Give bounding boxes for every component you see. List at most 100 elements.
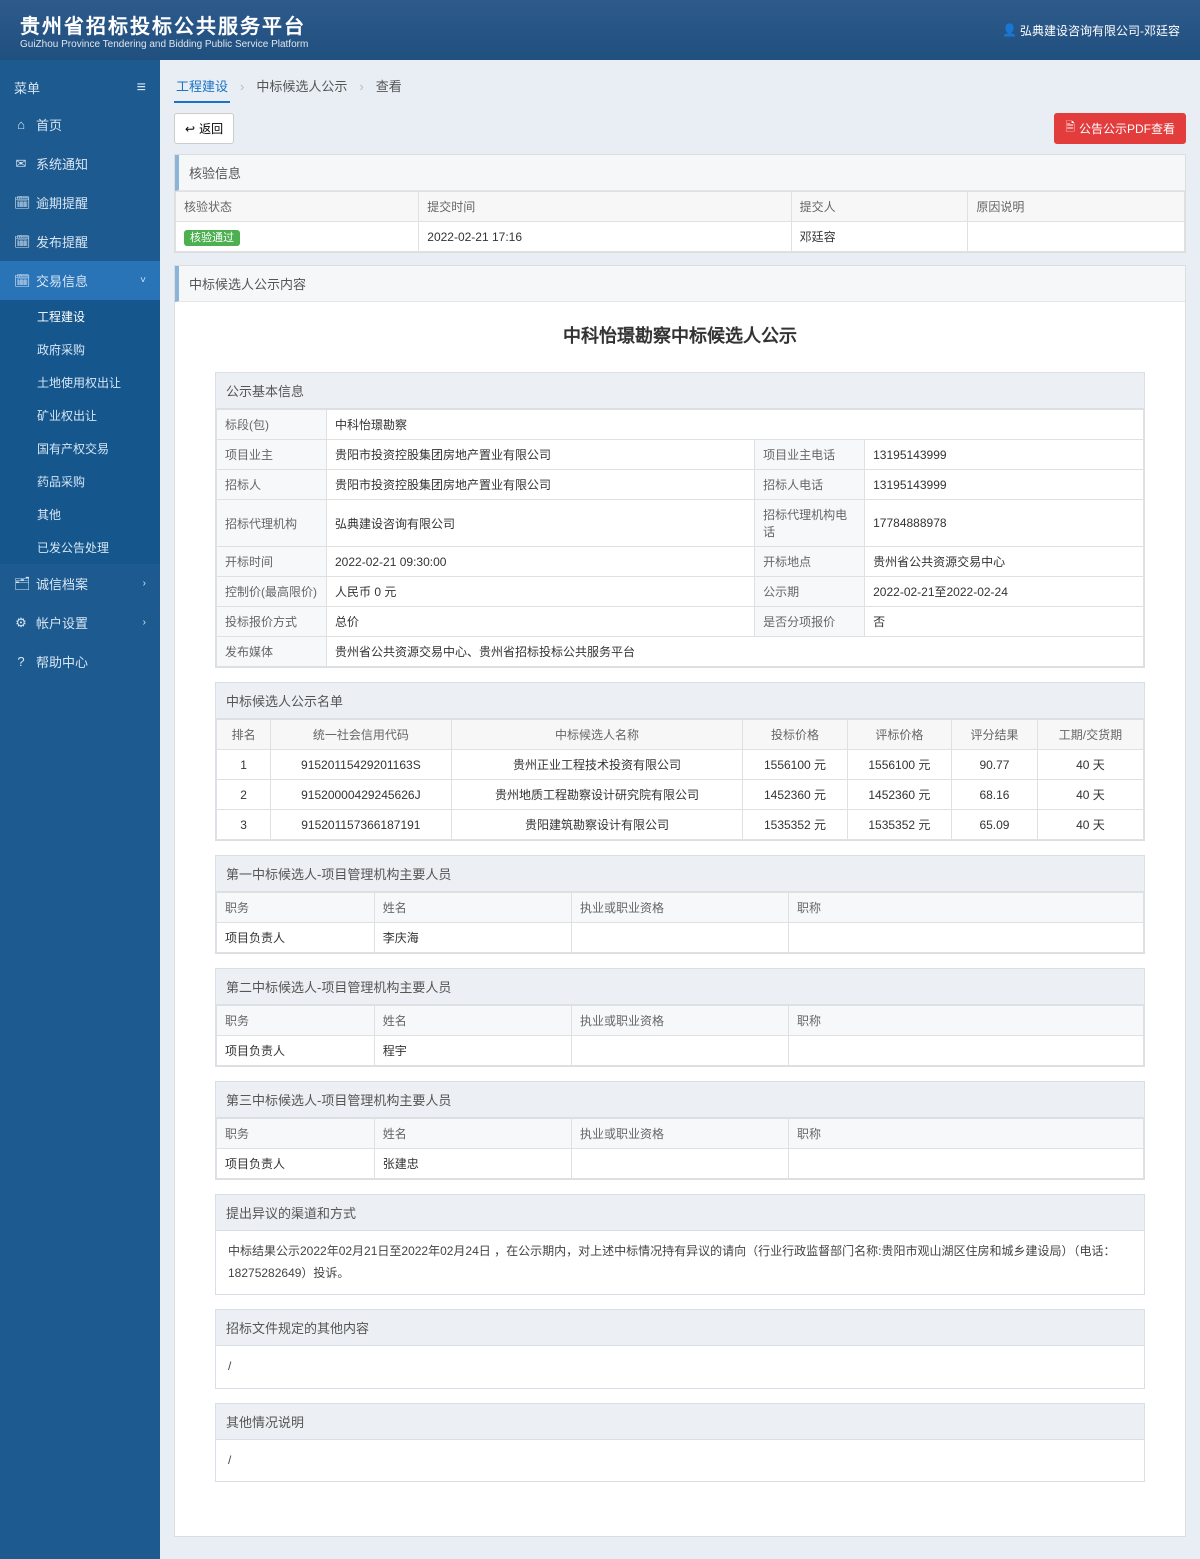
cand-table: 职务姓名执业或职业资格职称项目负责人李庆海 — [216, 892, 1144, 953]
cell-period: 40 天 — [1037, 750, 1143, 780]
candidate-list-title: 中标候选人公示名单 — [216, 683, 1144, 719]
h-title: 职称 — [788, 1119, 1143, 1149]
dispute-text: 中标结果公示2022年02月21日至2022年02月24日 ，在公示期内，对上述… — [216, 1231, 1144, 1294]
sidebar-sub-2[interactable]: 土地使用权出让 — [0, 366, 160, 399]
sidebar-item-2[interactable]: 🗓逾期提醒 — [0, 183, 160, 222]
back-icon: ↩ — [185, 122, 195, 136]
user-area[interactable]: 👤 弘典建设咨询有限公司-邓廷容 — [1002, 22, 1180, 39]
cell-rank: 2 — [217, 780, 271, 810]
back-label: 返回 — [199, 120, 223, 137]
breadcrumb-sep: › — [359, 79, 363, 94]
verify-header-row: 核验状态 提交时间 提交人 原因说明 — [176, 192, 1185, 222]
other-note-panel: 其他情况说明 / — [215, 1403, 1145, 1483]
duty: 项目负责人 — [217, 923, 375, 953]
sidebar-icon: ⌂ — [14, 117, 28, 132]
cell-bid: 1556100 元 — [743, 750, 847, 780]
v-quote: 总价 — [327, 607, 755, 637]
h-qual: 执业或职业资格 — [572, 1119, 789, 1149]
sidebar-item-label: 逾期提醒 — [36, 193, 88, 212]
h-duty: 职务 — [217, 1119, 375, 1149]
sidebar-item-6[interactable]: ⚙帐户设置› — [0, 603, 160, 642]
breadcrumb-item-0[interactable]: 工程建设 — [174, 70, 230, 103]
v-agent-tel: 17784888978 — [865, 500, 1144, 547]
cell-code: 91520115429201163S — [271, 750, 451, 780]
list-h0: 排名 — [217, 720, 271, 750]
cell-code: 915201157366187191 — [271, 810, 451, 840]
hamburger-icon[interactable]: ≡ — [137, 79, 146, 97]
sidebar-item-label: 帮助中心 — [36, 652, 88, 671]
pdf-icon: 🗎 — [1065, 118, 1075, 139]
verify-reason — [968, 222, 1185, 252]
cand-section-0: 第一中标候选人-项目管理机构主要人员职务姓名执业或职业资格职称项目负责人李庆海 — [215, 855, 1145, 954]
h-title: 职称 — [788, 1006, 1143, 1036]
cell-score: 65.09 — [952, 810, 1038, 840]
k-tenderer: 招标人 — [217, 470, 327, 500]
sidebar-icon: ? — [14, 654, 28, 669]
title — [788, 1036, 1143, 1066]
h-duty: 职务 — [217, 1006, 375, 1036]
cell-eval: 1452360 元 — [847, 780, 951, 810]
verify-h0: 核验状态 — [176, 192, 419, 222]
sidebar-item-0[interactable]: ⌂首页 — [0, 105, 160, 144]
h-name: 姓名 — [374, 1119, 571, 1149]
sidebar-sub-4[interactable]: 国有产权交易 — [0, 432, 160, 465]
cand-section-title: 第二中标候选人-项目管理机构主要人员 — [216, 969, 1144, 1005]
sidebar-sub-1[interactable]: 政府采购 — [0, 333, 160, 366]
v-split: 否 — [865, 607, 1144, 637]
cell-code: 91520000429245626J — [271, 780, 451, 810]
menu-label: 菜单 — [14, 78, 40, 97]
sidebar-item-5[interactable]: 🗂诚信档案› — [0, 564, 160, 603]
cell-bid: 1535352 元 — [743, 810, 847, 840]
v-opentime: 2022-02-21 09:30:00 — [327, 547, 755, 577]
basic-info-title: 公示基本信息 — [216, 373, 1144, 409]
top-header: 贵州省招标投标公共服务平台 GuiZhou Province Tendering… — [0, 0, 1200, 60]
pdf-button[interactable]: 🗎公告公示PDF查看 — [1054, 113, 1186, 144]
user-icon: 👤 — [1002, 23, 1016, 37]
list-h2: 中标候选人名称 — [451, 720, 743, 750]
cell-rank: 3 — [217, 810, 271, 840]
sidebar-item-7[interactable]: ? 帮助中心 — [0, 642, 160, 681]
k-owner-tel: 项目业主电话 — [755, 440, 865, 470]
h-name: 姓名 — [374, 1006, 571, 1036]
cand-section-title: 第三中标候选人-项目管理机构主要人员 — [216, 1082, 1144, 1118]
v-tenderer-tel: 13195143999 — [865, 470, 1144, 500]
v-openplace: 贵州省公共资源交易中心 — [865, 547, 1144, 577]
sidebar-item-3[interactable]: 🗓发布提醒 — [0, 222, 160, 261]
announce-panel: 中标候选人公示内容 中科怡璟勘察中标候选人公示 公示基本信息 标段(包)中科怡璟… — [174, 265, 1186, 1537]
cell-bid: 1452360 元 — [743, 780, 847, 810]
sidebar-item-1[interactable]: ✉系统通知 — [0, 144, 160, 183]
sidebar-item-4[interactable]: 🗓交易信息˅ — [0, 261, 160, 300]
cell-score: 90.77 — [952, 750, 1038, 780]
sidebar-icon: 🗓 — [14, 234, 28, 250]
sidebar-sub-6[interactable]: 其他 — [0, 498, 160, 531]
candidate-list-table: 排名统一社会信用代码中标候选人名称投标价格评标价格评分结果工期/交货期19152… — [216, 719, 1144, 840]
sidebar-sub-0[interactable]: 工程建设 — [0, 300, 160, 333]
other-doc-text: / — [216, 1346, 1144, 1388]
site-title-cn: 贵州省招标投标公共服务平台 — [20, 10, 308, 39]
k-split: 是否分项报价 — [755, 607, 865, 637]
v-tenderer: 贵阳市投资控股集团房地产置业有限公司 — [327, 470, 755, 500]
sidebar-sub-5[interactable]: 药品采购 — [0, 465, 160, 498]
other-note-text: / — [216, 1440, 1144, 1482]
v-owner-tel: 13195143999 — [865, 440, 1144, 470]
k-quote: 投标报价方式 — [217, 607, 327, 637]
h-qual: 执业或职业资格 — [572, 1006, 789, 1036]
chevron-icon: › — [143, 578, 146, 589]
cell-eval: 1535352 元 — [847, 810, 951, 840]
verify-time: 2022-02-21 17:16 — [419, 222, 791, 252]
k-media: 发布媒体 — [217, 637, 327, 667]
list-row-1: 291520000429245626J贵州地质工程勘察设计研究院有限公司1452… — [217, 780, 1144, 810]
status-badge: 核验通过 — [184, 230, 240, 246]
back-button[interactable]: ↩ 返回 — [174, 113, 234, 144]
cell-name: 贵阳建筑勘察设计有限公司 — [451, 810, 743, 840]
sidebar-sub-3[interactable]: 矿业权出让 — [0, 399, 160, 432]
list-h5: 评分结果 — [952, 720, 1038, 750]
cell-name: 贵州正业工程技术投资有限公司 — [451, 750, 743, 780]
sidebar-icon: 🗓 — [14, 273, 28, 289]
sidebar-sub-7[interactable]: 已发公告处理 — [0, 531, 160, 564]
h-name: 姓名 — [374, 893, 571, 923]
v-owner: 贵阳市投资控股集团房地产置业有限公司 — [327, 440, 755, 470]
qual — [572, 1149, 789, 1179]
breadcrumb-item-1[interactable]: 中标候选人公示 — [254, 70, 349, 103]
verify-h2: 提交人 — [791, 192, 968, 222]
